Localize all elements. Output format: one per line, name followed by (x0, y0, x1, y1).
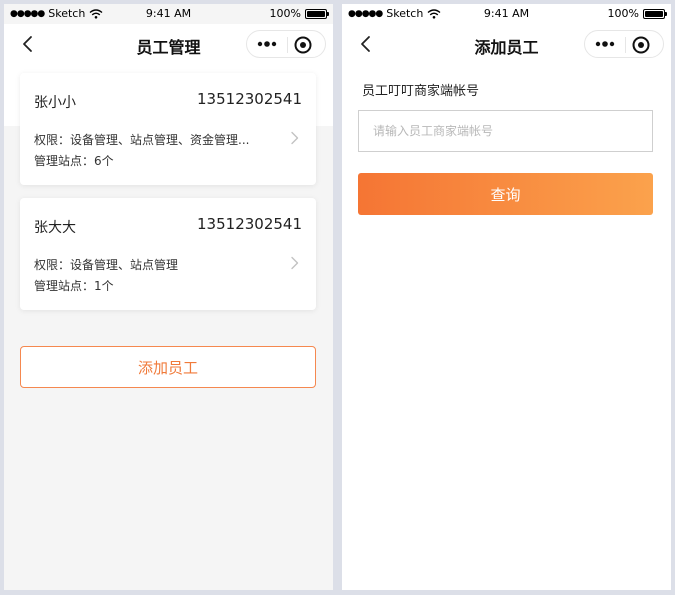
target-circle-icon[interactable] (292, 34, 314, 56)
account-input[interactable] (358, 110, 653, 152)
nav-bar: 添加员工 (342, 24, 671, 64)
employee-phone: 13512302541 (197, 215, 302, 233)
nav-bar: 员工管理 (4, 24, 333, 64)
status-bar: ●●●●● Sketch 9:41 AM 100% (342, 4, 671, 24)
employee-name: 张小小 (34, 95, 76, 111)
capsule-divider (287, 37, 288, 53)
account-field-label: 员工叮叮商家端帐号 (362, 84, 480, 99)
chevron-right-icon (291, 256, 299, 270)
more-dots-icon[interactable] (253, 36, 281, 52)
employee-permissions: 权限：设备管理、站点管理 (34, 258, 179, 272)
status-bar: ●●●●● Sketch 9:41 AM 100% (4, 4, 333, 24)
battery-percent: 100% (607, 7, 639, 20)
employee-sites: 管理站点：1个 (34, 279, 114, 293)
capsule-divider (625, 37, 626, 53)
battery-icon (643, 8, 667, 19)
employee-phone: 13512302541 (197, 90, 302, 108)
battery-percent: 100% (269, 7, 301, 20)
employee-card[interactable]: 张小小 13512302541 权限：设备管理、站点管理、资金管理... 管理站… (20, 73, 316, 185)
employee-sites: 管理站点：6个 (34, 154, 114, 168)
target-circle-icon[interactable] (630, 34, 652, 56)
employee-management-screen: ●●●●● Sketch 9:41 AM 100% 员工管理 张小小 13512… (4, 4, 333, 590)
employee-card[interactable]: 张大大 13512302541 权限：设备管理、站点管理 管理站点：1个 (20, 198, 316, 310)
more-dots-icon[interactable] (591, 36, 619, 52)
chevron-right-icon (291, 131, 299, 145)
mini-program-capsule (584, 30, 664, 58)
mini-program-capsule (246, 30, 326, 58)
battery-icon (305, 8, 329, 19)
add-employee-screen: ●●●●● Sketch 9:41 AM 100% 添加员工 员工叮叮商家端帐号… (342, 4, 671, 590)
query-button[interactable]: 查询 (358, 173, 653, 215)
employee-name: 张大大 (34, 220, 76, 236)
add-employee-button[interactable]: 添加员工 (20, 346, 316, 388)
employee-permissions: 权限：设备管理、站点管理、资金管理... (34, 133, 250, 147)
